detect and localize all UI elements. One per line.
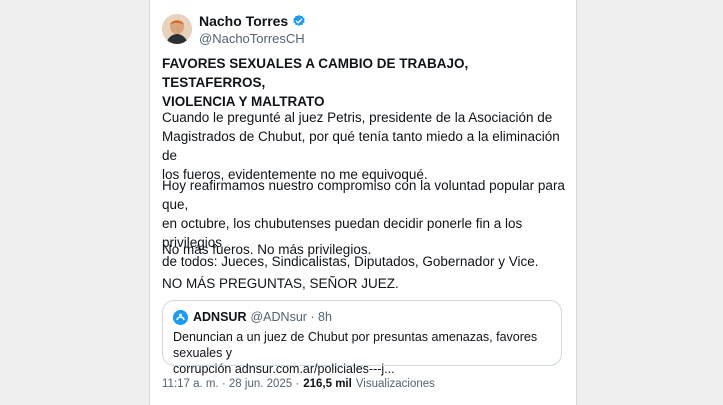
author-name-row: Nacho Torres (199, 13, 306, 29)
tweet-timestamp[interactable]: 11:17 a. m. · 28 jun. 2025 · (162, 378, 299, 390)
quoted-tweet-text: Denuncian a un juez de Chubut por presun… (173, 329, 553, 377)
avatar[interactable] (162, 14, 192, 44)
tweet-headline: FAVORES SEXUALES A CAMBIO DE TRABAJO, TE… (162, 54, 562, 111)
paragraph-line: Hoy reafirmamos nuestro compromiso con l… (162, 178, 565, 212)
avatar-image (162, 14, 192, 44)
tweet-paragraph-1: Cuando le pregunté al juez Petris, presi… (162, 108, 572, 184)
tweet-paragraph-4: NO MÁS PREGUNTAS, SEÑOR JUEZ. (162, 276, 399, 291)
adnsur-logo-icon (173, 310, 188, 325)
quoted-text-line[interactable]: corrupción adnsur.com.ar/policiales---j.… (173, 361, 553, 377)
author-name[interactable]: Nacho Torres (199, 13, 288, 29)
quoted-tweet[interactable]: ADNSUR @ADNsur · 8h Denuncian a un juez … (162, 300, 562, 376)
quoted-author-handle-time: @ADNsur · 8h (250, 310, 332, 324)
verified-badge-icon (293, 14, 305, 26)
tweet-paragraph-3: No más fueros. No más privilegios. (162, 242, 372, 257)
tweet-footer: 11:17 a. m. · 28 jun. 2025 · 216,5 mil V… (162, 378, 435, 390)
paragraph-line: Magistrados de Chubut, por qué tenía tan… (162, 129, 560, 163)
author-handle[interactable]: @NachoTorresCH (199, 31, 305, 46)
quoted-author-name[interactable]: ADNSUR (193, 310, 246, 324)
paragraph-line: Cuando le pregunté al juez Petris, presi… (162, 110, 553, 125)
quoted-tweet-header: ADNSUR @ADNsur · 8h (193, 310, 332, 324)
views-label: Visualizaciones (355, 378, 435, 390)
quoted-text-line: Denuncian a un juez de Chubut por presun… (173, 330, 538, 360)
headline-line: FAVORES SEXUALES A CAMBIO DE TRABAJO, TE… (162, 56, 469, 90)
views-count: 216,5 mil (303, 378, 352, 390)
